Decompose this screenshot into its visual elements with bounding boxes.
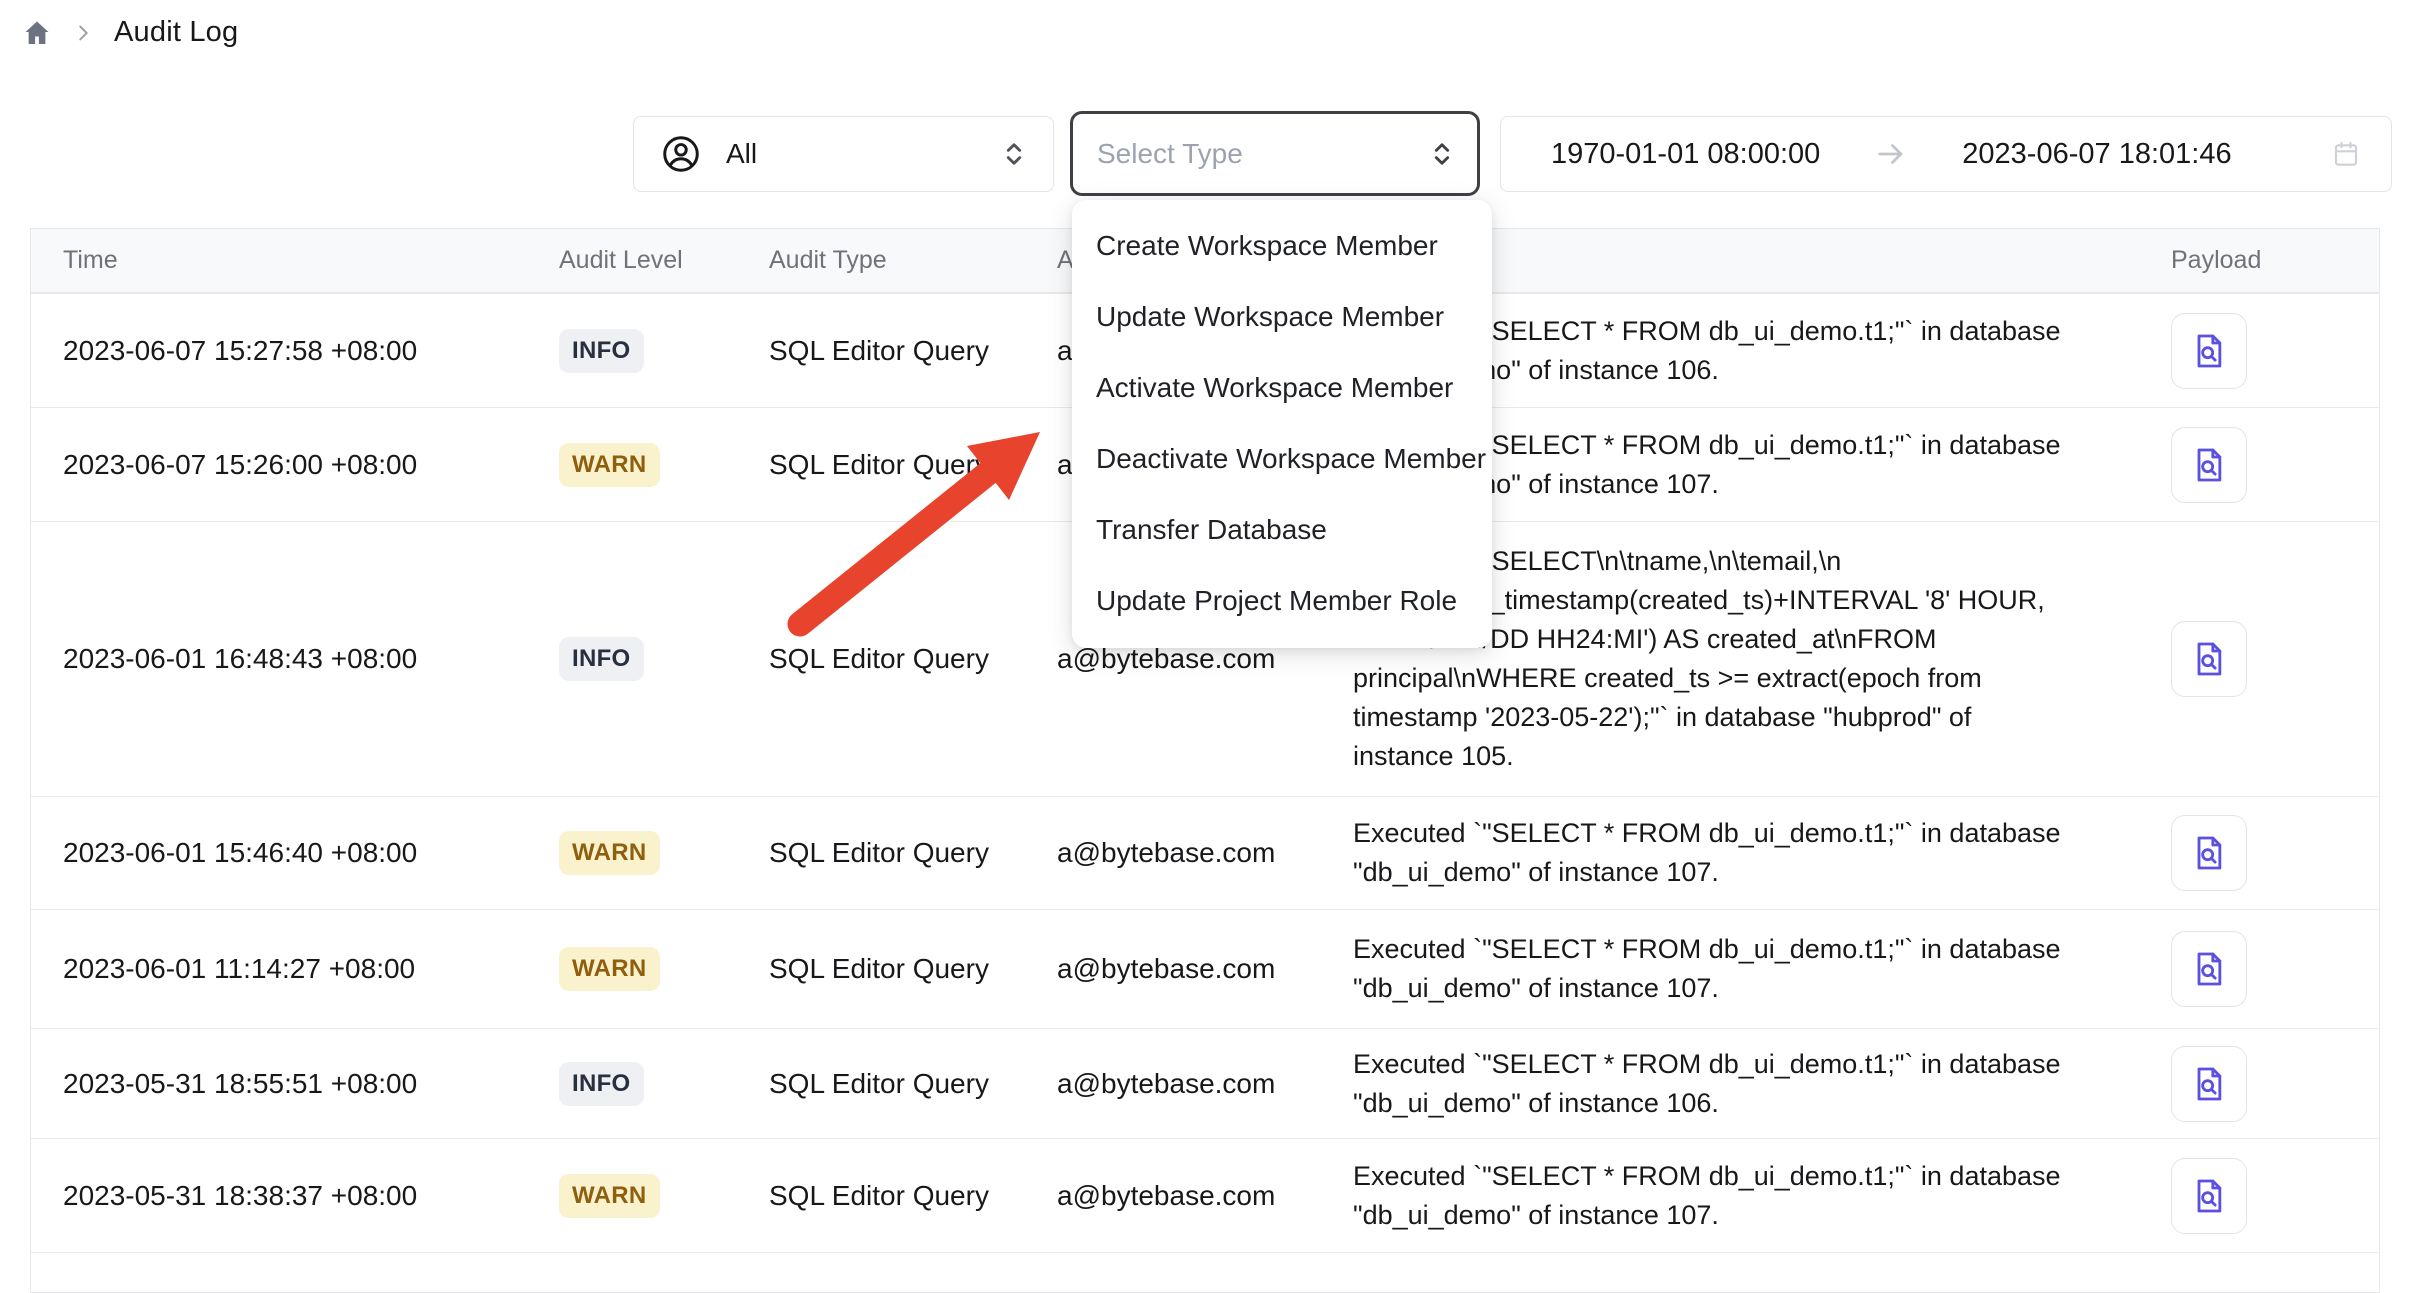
- page-title: Audit Log: [114, 16, 238, 49]
- audit-level-badge: WARN: [559, 443, 660, 487]
- user-circle-icon: [660, 133, 702, 175]
- col-header-payload: Payload: [2111, 246, 2379, 275]
- dropdown-option-activate-workspace-member[interactable]: Activate Workspace Member: [1072, 352, 1492, 423]
- comment-cell: Executed `"SELECT * FROM db_ui_demo.t1;"…: [1321, 930, 2111, 1008]
- table-row: [31, 1252, 2379, 1292]
- dropdown-option-create-workspace-member[interactable]: Create Workspace Member: [1072, 210, 1492, 281]
- dropdown-option-update-project-member-role[interactable]: Update Project Member Role: [1072, 565, 1492, 636]
- time-cell: 2023-06-07 15:26:00 +08:00: [31, 449, 527, 481]
- audit-level-badge: INFO: [559, 637, 644, 681]
- calendar-icon: [2331, 139, 2361, 169]
- date-range-end[interactable]: 2023-06-07 18:01:46: [1962, 138, 2231, 171]
- audit-type-cell: SQL Editor Query: [737, 643, 1025, 675]
- actor-cell: a@bytebase.com: [1025, 1068, 1321, 1100]
- document-search-icon: [2189, 445, 2229, 485]
- comment-cell: Executed `"SELECT * FROM db_ui_demo.t1;"…: [1321, 1045, 2111, 1123]
- col-header-type: Audit Type: [737, 246, 1025, 275]
- payload-button[interactable]: [2171, 621, 2247, 697]
- audit-type-cell: SQL Editor Query: [737, 449, 1025, 481]
- dropdown-option-update-workspace-member[interactable]: Update Workspace Member: [1072, 281, 1492, 352]
- time-cell: 2023-06-07 15:27:58 +08:00: [31, 335, 527, 367]
- time-cell: 2023-06-01 16:48:43 +08:00: [31, 643, 527, 675]
- table-row: 2023-06-01 15:46:40 +08:00 WARN SQL Edit…: [31, 796, 2379, 909]
- date-range-start[interactable]: 1970-01-01 08:00:00: [1551, 138, 1820, 171]
- chevron-right-icon: [72, 22, 94, 44]
- updown-chevrons-icon: [999, 139, 1029, 169]
- audit-level-badge: WARN: [559, 831, 660, 875]
- actor-cell: a@bytebase.com: [1025, 1180, 1321, 1212]
- audit-level-badge: WARN: [559, 947, 660, 991]
- comment-cell: Executed `"SELECT * FROM db_ui_demo.t1;"…: [1321, 814, 2111, 892]
- document-search-icon: [2189, 331, 2229, 371]
- payload-button[interactable]: [2171, 313, 2247, 389]
- actor-filter-select[interactable]: All: [633, 116, 1054, 192]
- time-cell: 2023-06-01 15:46:40 +08:00: [31, 837, 527, 869]
- table-row: 2023-05-31 18:55:51 +08:00 INFO SQL Edit…: [31, 1028, 2379, 1138]
- dropdown-option-transfer-database[interactable]: Transfer Database: [1072, 494, 1492, 565]
- date-range-picker[interactable]: 1970-01-01 08:00:00 2023-06-07 18:01:46: [1500, 116, 2392, 192]
- payload-button[interactable]: [2171, 1046, 2247, 1122]
- payload-button[interactable]: [2171, 427, 2247, 503]
- time-cell: 2023-06-01 11:14:27 +08:00: [31, 953, 527, 985]
- time-cell: 2023-05-31 18:55:51 +08:00: [31, 1068, 527, 1100]
- audit-type-cell: SQL Editor Query: [737, 953, 1025, 985]
- col-header-level: Audit Level: [527, 246, 737, 275]
- time-cell: 2023-05-31 18:38:37 +08:00: [31, 1180, 527, 1212]
- audit-type-cell: SQL Editor Query: [737, 1068, 1025, 1100]
- audit-type-cell: SQL Editor Query: [737, 335, 1025, 367]
- type-filter-select[interactable]: Select Type: [1070, 111, 1480, 196]
- actor-cell: a@bytebase.com: [1025, 837, 1321, 869]
- document-search-icon: [2189, 639, 2229, 679]
- updown-chevrons-icon: [1427, 139, 1457, 169]
- comment-cell: Executed `"SELECT * FROM db_ui_demo.t1;"…: [1321, 1157, 2111, 1235]
- document-search-icon: [2189, 1064, 2229, 1104]
- audit-level-badge: WARN: [559, 1174, 660, 1218]
- breadcrumb: Audit Log: [22, 16, 238, 49]
- document-search-icon: [2189, 833, 2229, 873]
- arrow-right-icon: [1874, 137, 1908, 171]
- type-dropdown-menu: Create Workspace Member Update Workspace…: [1072, 200, 1492, 648]
- payload-button[interactable]: [2171, 815, 2247, 891]
- table-row: 2023-06-01 11:14:27 +08:00 WARN SQL Edit…: [31, 909, 2379, 1028]
- document-search-icon: [2189, 1176, 2229, 1216]
- document-search-icon: [2189, 949, 2229, 989]
- audit-type-cell: SQL Editor Query: [737, 837, 1025, 869]
- table-row: 2023-05-31 18:38:37 +08:00 WARN SQL Edit…: [31, 1138, 2379, 1252]
- home-icon[interactable]: [22, 18, 52, 48]
- audit-level-badge: INFO: [559, 1062, 644, 1106]
- audit-level-badge: INFO: [559, 329, 644, 373]
- dropdown-option-deactivate-workspace-member[interactable]: Deactivate Workspace Member: [1072, 423, 1492, 494]
- col-header-time: Time: [31, 246, 527, 275]
- actor-filter-value: All: [726, 138, 757, 170]
- audit-type-cell: SQL Editor Query: [737, 1180, 1025, 1212]
- actor-cell: a@bytebase.com: [1025, 953, 1321, 985]
- payload-button[interactable]: [2171, 931, 2247, 1007]
- payload-button[interactable]: [2171, 1158, 2247, 1234]
- type-filter-placeholder: Select Type: [1097, 138, 1243, 170]
